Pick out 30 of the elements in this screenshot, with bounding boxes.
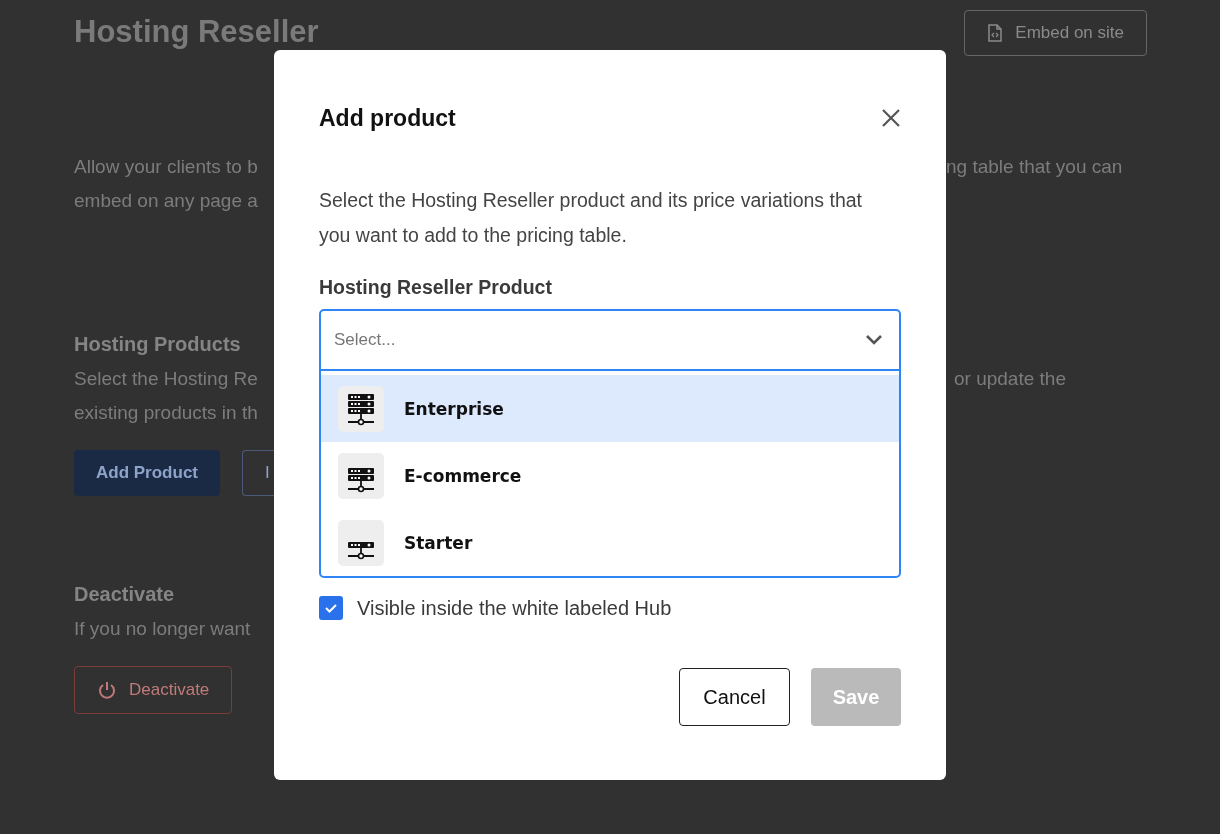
dialog-title: Add product — [319, 104, 456, 132]
dialog-description: Select the Hosting Reseller product and its price variations that you want to add to the pricing table. — [319, 188, 864, 248]
code-file-icon — [987, 24, 1004, 42]
dropdown-option[interactable]: E-commerce — [321, 442, 899, 509]
checkbox[interactable] — [319, 596, 343, 620]
embed-button[interactable]: Embed on site — [964, 10, 1147, 56]
section-heading: Deactivate — [74, 582, 176, 607]
server-icon — [338, 519, 384, 566]
power-icon — [97, 680, 117, 700]
select-field[interactable]: Select... — [321, 311, 899, 371]
cancel-button[interactable]: Cancel — [679, 668, 790, 726]
section-text: Select the Hosting Re — [74, 367, 259, 391]
server-icon — [338, 452, 384, 499]
checkbox-label: Visible inside the white labeled Hub — [357, 596, 672, 620]
intro-text: ng table that you can — [946, 155, 1123, 179]
intro-text: Allow your clients to b — [74, 155, 259, 179]
add-product-button[interactable]: Add Product — [74, 450, 220, 496]
server-icon — [338, 385, 384, 432]
deactivate-button[interactable]: Deactivate — [74, 666, 233, 714]
page-title: Hosting Reseller — [74, 13, 319, 51]
section-heading: Hosting Products — [74, 332, 242, 357]
dropdown-option[interactable]: Enterprise — [321, 375, 899, 442]
section-text: If you no longer want — [74, 617, 252, 641]
close-icon[interactable] — [881, 108, 901, 128]
section-text: existing products in th — [74, 401, 259, 425]
field-label: Hosting Reseller Product — [319, 275, 553, 300]
select-input[interactable]: Select... — [321, 330, 865, 350]
intro-text: embed on any page a — [74, 189, 259, 213]
dropdown-option[interactable]: Starter — [321, 509, 899, 576]
section-text: or update the — [953, 367, 1066, 391]
